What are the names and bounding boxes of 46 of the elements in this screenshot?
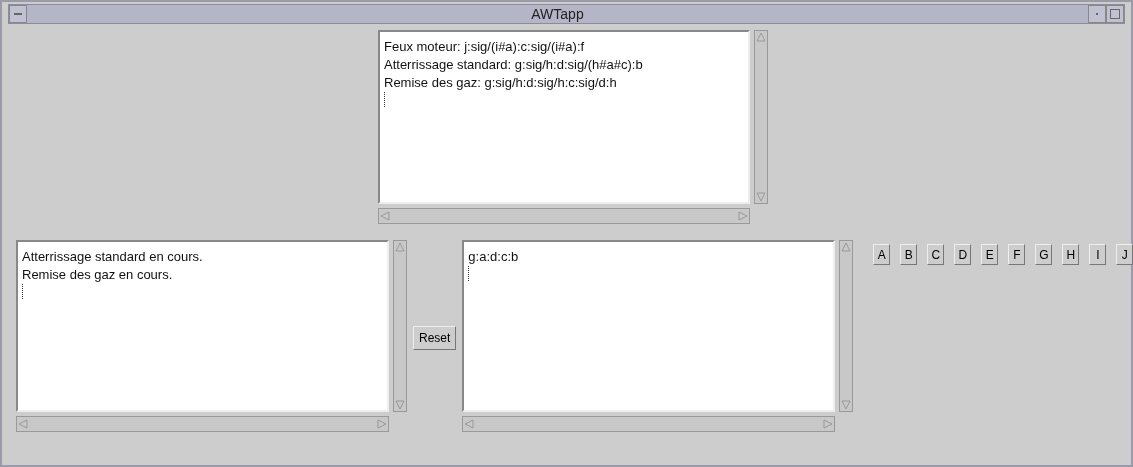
letter-button[interactable]: J [1116,244,1133,265]
status-text-area[interactable]: Atterrissage standard en cours. Remise des gaz en cours. [16,240,389,412]
scroll-arrow-icon[interactable] [755,191,767,203]
text-line: g:a:d:c:b [468,248,520,266]
letter-button[interactable]: B [900,244,918,265]
sequence-text-area[interactable]: g:a:d:c:b [462,240,836,412]
scroll-arrow-icon[interactable] [822,418,835,430]
text-cursor-icon [384,92,388,107]
horizontal-scrollbar[interactable] [378,208,750,224]
scroll-arrow-icon[interactable] [394,241,406,253]
window-title: AWTapp [530,6,585,22]
scroll-arrow-icon[interactable] [737,210,749,222]
square-icon [1110,9,1120,19]
dash-icon [14,13,22,15]
scroll-arrow-icon[interactable] [379,210,391,222]
text-line: Remise des gaz en cours. [22,266,174,284]
text-cursor-icon [22,284,26,299]
text-line: Feux moteur: j:sig/(i#a):c:sig/(i#a):f [384,38,586,56]
letter-button[interactable]: A [873,244,891,265]
text-line: Atterrissage standard en cours. [22,248,204,266]
letter-button[interactable]: I [1089,244,1107,265]
scroll-arrow-icon[interactable] [463,418,476,430]
maximize-button[interactable] [1106,5,1124,23]
scroll-arrow-icon[interactable] [394,399,406,411]
scroll-arrow-icon[interactable] [17,418,29,430]
reset-button[interactable]: Reset [413,326,457,350]
letter-button[interactable]: C [927,244,945,265]
letter-button[interactable]: E [981,244,999,265]
horizontal-scrollbar[interactable] [16,416,389,432]
minimize-button[interactable] [1088,5,1106,23]
vertical-scrollbar[interactable] [839,240,854,412]
vertical-scrollbar[interactable] [754,30,768,204]
horizontal-scrollbar[interactable] [462,416,836,432]
letter-button[interactable]: F [1008,244,1026,265]
rules-text-area[interactable]: Feux moteur: j:sig/(i#a):c:sig/(i#a):f Atterrissage standard: g:sig/h:d:sig/(h#a#c):b Remise des gaz: g:sig/h:d:sig/h:c:sig/d:h [378,30,750,204]
window-menu-button[interactable] [9,5,27,23]
scroll-arrow-icon[interactable] [840,241,853,253]
scroll-arrow-icon[interactable] [840,399,853,411]
text-line: Atterrissage standard: g:sig/h:d:sig/(h#a#c):b [384,56,644,74]
vertical-scrollbar[interactable] [393,240,407,412]
letter-button[interactable]: D [954,244,972,265]
letter-button[interactable]: H [1062,244,1080,265]
scroll-arrow-icon[interactable] [755,31,767,43]
text-line: Remise des gaz: g:sig/h:d:sig/h:c:sig/d:h [384,74,618,92]
scroll-arrow-icon[interactable] [376,418,388,430]
letter-button[interactable]: G [1035,244,1053,265]
